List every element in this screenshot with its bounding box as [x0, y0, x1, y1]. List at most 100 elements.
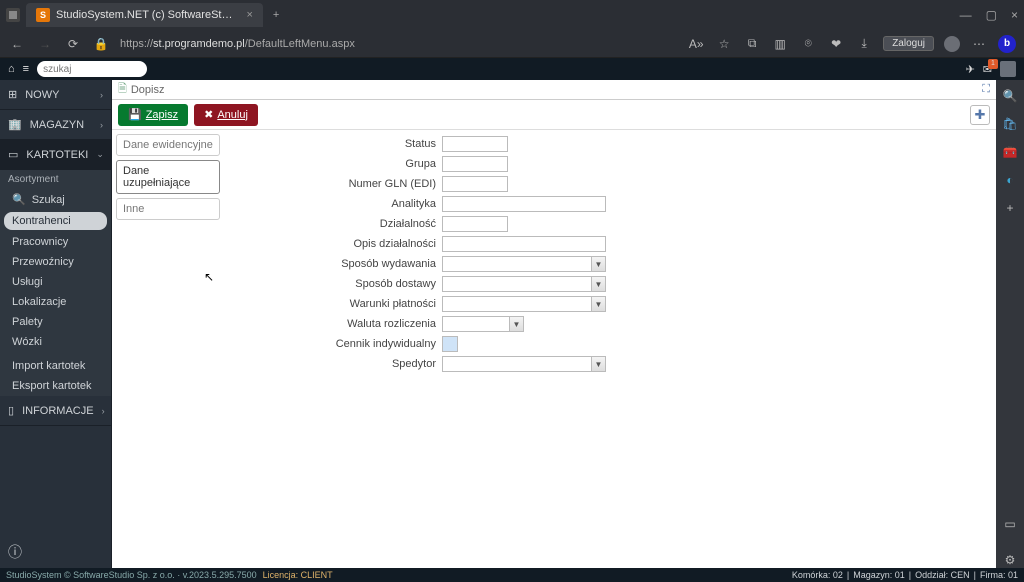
browser-tab[interactable]: S StudioSystem.NET (c) SoftwareSt… × — [26, 3, 263, 27]
chevron-down-icon: ▼ — [591, 257, 605, 271]
document-add-icon: 🗎 — [118, 80, 127, 99]
content-close-icon[interactable]: ⛶ — [982, 83, 990, 96]
chevron-right-icon: › — [102, 406, 105, 416]
nav-section-magazyn[interactable]: 🏢 MAGAZYN › — [0, 110, 111, 140]
bing-icon[interactable]: b — [998, 35, 1016, 53]
lock-icon[interactable]: 🔒 — [92, 37, 110, 51]
sidebar-shopping-icon[interactable]: 🛍 — [1002, 116, 1018, 132]
combo-waluta[interactable]: ▼ — [442, 316, 524, 332]
browser-address-bar: ← → ⟳ 🔒 https://st.programdemo.pl/Defaul… — [0, 30, 1024, 58]
nav-item-lokalizacje[interactable]: Lokalizacje — [0, 292, 111, 312]
status-komorka: Komórka: 02 — [792, 570, 843, 580]
window-maximize-icon[interactable]: ▢ — [986, 8, 997, 22]
input-gln[interactable] — [442, 176, 508, 192]
sidebar-plus-icon[interactable]: + — [1002, 200, 1018, 216]
nav-forward-icon: → — [36, 37, 54, 51]
app-top-bar: ⌂ ≡ ✈ ✉1 — [0, 58, 1024, 80]
home-icon[interactable]: ⌂ — [8, 63, 15, 75]
sidebar-tools-icon[interactable]: 🧰 — [1002, 144, 1018, 160]
tab-dane-ewidencyjne[interactable]: Dane ewidencyjne — [116, 134, 220, 156]
nav-section-nowy[interactable]: ⊞ NOWY › — [0, 80, 111, 110]
label-spedytor: Spedytor — [224, 358, 442, 370]
nav-item-przewoznicy[interactable]: Przewoźnicy — [0, 252, 111, 272]
plus-square-icon: ⊞ — [8, 88, 17, 101]
hub-icon[interactable]: ⧉ — [743, 36, 761, 51]
global-search[interactable] — [37, 61, 147, 77]
performance-icon[interactable]: ❤ — [827, 37, 845, 51]
tab-inne[interactable]: Inne — [116, 198, 220, 220]
label-waluta: Waluta rozliczenia — [224, 318, 442, 330]
tab-dane-uzupelniajace[interactable]: Dane uzupełniające — [116, 160, 220, 194]
content-title: Dopisz — [131, 84, 165, 96]
status-oddzial: Oddział: CEN — [915, 570, 970, 580]
nav-item-eksport[interactable]: Eksport kartotek — [0, 376, 111, 396]
label-sposob-dost: Sposób dostawy — [224, 278, 442, 290]
combo-sposob-wydawania[interactable]: ▼ — [442, 256, 606, 272]
cancel-button[interactable]: ✖ Anuluj — [194, 104, 258, 126]
nav-refresh-icon[interactable]: ⟳ — [64, 37, 82, 51]
user-menu-icon[interactable] — [1000, 61, 1016, 77]
nav-item-wozki[interactable]: Wózki — [0, 332, 111, 352]
sidebar-settings-icon[interactable]: ⚙ — [1002, 552, 1018, 568]
url-text[interactable]: https://st.programdemo.pl/DefaultLeftMen… — [120, 38, 677, 50]
combo-sposob-dostawy[interactable]: ▼ — [442, 276, 606, 292]
tab-favicon: S — [36, 8, 50, 22]
nav-item-uslugi[interactable]: Usługi — [0, 272, 111, 292]
more-icon[interactable]: ⋯ — [970, 37, 988, 51]
chevron-down-icon: ▼ — [591, 297, 605, 311]
app-menu-icon[interactable] — [6, 8, 20, 22]
global-search-input[interactable] — [43, 64, 141, 75]
nav-item-pracownicy[interactable]: Pracownicy — [0, 232, 111, 252]
save-button[interactable]: 💾 Zapisz — [118, 104, 188, 126]
window-minimize-icon[interactable]: — — [960, 8, 972, 22]
nav-item-palety[interactable]: Palety — [0, 312, 111, 332]
checkbox-cennik[interactable] — [442, 336, 458, 352]
collections-icon[interactable]: ▥ — [771, 37, 789, 51]
nav-back-icon[interactable]: ← — [8, 37, 26, 51]
label-cennik: Cennik indywidualny — [224, 338, 442, 350]
label-dzialalnosc: Działalność — [224, 218, 442, 230]
document-icon: ▯ — [8, 404, 14, 417]
new-tab-icon[interactable]: + — [273, 9, 279, 21]
nav-section-kartoteki[interactable]: ▭ KARTOTEKI ⌄ — [0, 140, 111, 170]
status-magazyn: Magazyn: 01 — [853, 570, 905, 580]
read-aloud-icon[interactable]: A» — [687, 37, 705, 51]
extensions-icon[interactable]: ⌾ — [799, 36, 817, 51]
input-analityka[interactable] — [442, 196, 606, 212]
add-new-icon[interactable]: ✚ — [970, 105, 990, 125]
label-analityka: Analityka — [224, 198, 442, 210]
input-status[interactable] — [442, 136, 508, 152]
status-bar: StudioSystem © SoftwareStudio Sp. z o.o.… — [0, 568, 1024, 582]
window-close-icon[interactable]: × — [1011, 8, 1018, 22]
folder-icon: ▭ — [8, 148, 18, 161]
input-dzialalnosc[interactable] — [442, 216, 508, 232]
combo-warunki-platnosci[interactable]: ▼ — [442, 296, 606, 312]
content-header: 🗎 Dopisz ⛶ — [112, 80, 996, 100]
nav-item-kontrahenci[interactable]: Kontrahenci — [4, 212, 107, 230]
info-icon[interactable]: ⓘ — [0, 536, 111, 568]
chevron-down-icon: ▼ — [591, 357, 605, 371]
downloads-icon[interactable]: ⤓ — [855, 36, 873, 51]
nav-item-import[interactable]: Import kartotek — [0, 356, 111, 376]
sidebar-overflow-icon[interactable]: ▭ — [1002, 516, 1018, 532]
nav-item-szukaj[interactable]: 🔍 Szukaj — [0, 189, 111, 210]
nav-section-informacje[interactable]: ▯ INFORMACJE › — [0, 396, 111, 426]
chevron-right-icon: › — [100, 120, 103, 130]
mail-icon[interactable]: ✉1 — [983, 63, 992, 76]
combo-spedytor[interactable]: ▼ — [442, 356, 606, 372]
input-opis[interactable] — [442, 236, 606, 252]
label-grupa: Grupa — [224, 158, 442, 170]
hamburger-icon[interactable]: ≡ — [23, 63, 29, 75]
send-icon[interactable]: ✈ — [966, 63, 975, 76]
sidebar-search-icon[interactable]: 🔍 — [1002, 88, 1018, 104]
sidebar-outlook-icon[interactable]: ◐ — [1002, 172, 1018, 188]
profile-avatar-icon[interactable] — [944, 36, 960, 52]
input-grupa[interactable] — [442, 156, 508, 172]
star-icon[interactable]: ☆ — [715, 37, 733, 51]
form-area: Status Grupa Numer GLN (EDI) Analityka D… — [224, 130, 996, 568]
left-nav: ⊞ NOWY › 🏢 MAGAZYN › ▭ KARTOTEKI ⌄ Asort… — [0, 80, 112, 568]
status-firma: Firma: 01 — [980, 570, 1018, 580]
status-licence: Licencja: CLIENT — [263, 570, 333, 580]
tab-close-icon[interactable]: × — [246, 9, 252, 21]
sign-in-button[interactable]: Zaloguj — [883, 36, 934, 51]
